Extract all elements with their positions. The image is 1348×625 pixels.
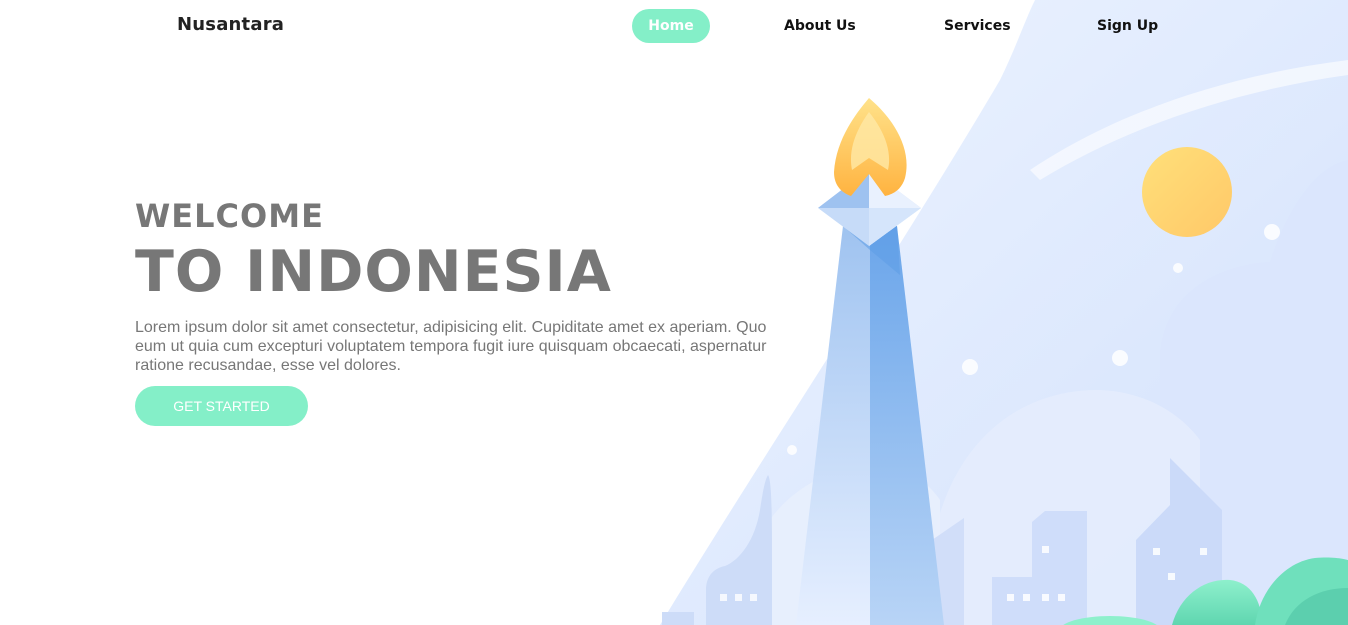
nav-services[interactable]: Services [944, 9, 1011, 43]
hero-welcome: WELCOME [135, 197, 324, 235]
hero-description: Lorem ipsum dolor sit amet consectetur, … [135, 319, 767, 374]
hero-section: WELCOME TO INDONESIA Lorem ipsum dolor s… [135, 196, 785, 426]
hero-headline: TO INDONESIA [135, 239, 612, 305]
get-started-button[interactable]: GET STARTED [135, 386, 308, 426]
nav-sign-up[interactable]: Sign Up [1097, 9, 1158, 43]
landing-page: Nusantara Home About Us Services Sign Up… [0, 0, 1348, 625]
nav-home[interactable]: Home [632, 9, 710, 43]
nav-about-us[interactable]: About Us [784, 9, 856, 43]
brand-logo[interactable]: Nusantara [177, 14, 284, 35]
